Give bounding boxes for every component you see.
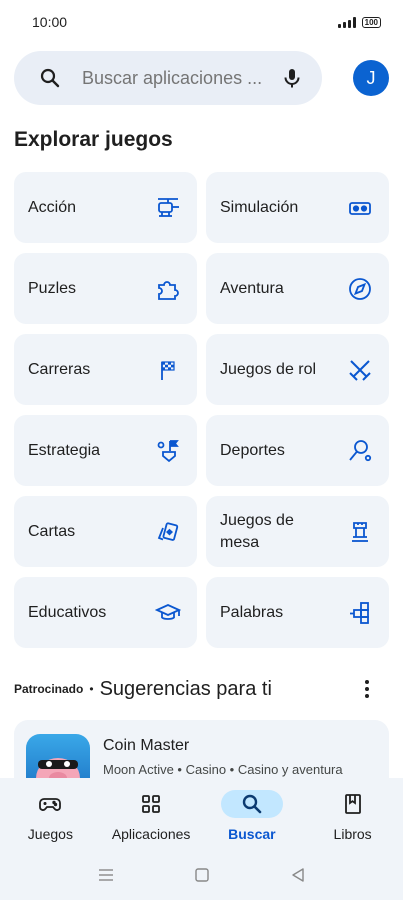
apps-grid-icon [142, 795, 161, 813]
avatar[interactable]: J [353, 60, 389, 96]
category-label: Simulación [220, 198, 299, 216]
nav-label: Juegos [27, 826, 73, 842]
category-tile-juegos-de-mesa[interactable]: Juegos de mesa [206, 496, 389, 567]
puzzle-icon [158, 280, 179, 300]
category-label: Aventura [220, 279, 284, 297]
home-icon[interactable] [193, 867, 211, 883]
sponsored-tag: Patrocinado [14, 682, 84, 696]
app-meta: Moon Active • Casino • Casino y aventura [103, 762, 343, 777]
category-label: Palabras [220, 603, 284, 621]
category-tile-puzles[interactable]: Puzles [14, 253, 197, 324]
status-icons: 100 [337, 16, 381, 28]
category-label: Deportes [220, 441, 285, 459]
compass-icon [349, 277, 371, 300]
category-tile-educativos[interactable]: Educativos [14, 577, 197, 648]
checkered-flag-icon [161, 360, 175, 380]
category-label: Juegos de rol [220, 360, 317, 378]
helicopter-icon [158, 197, 179, 217]
category-tile-carreras[interactable]: Carreras [14, 334, 197, 405]
category-label: Juegos de mesa [220, 511, 294, 551]
nav-item-juegos[interactable]: Juegos [0, 790, 101, 842]
bookmark-book-icon [344, 794, 361, 814]
category-grid: Acción Simulación Puzles Aventura Carrer… [14, 172, 389, 648]
system-navigation-bar [0, 862, 403, 888]
signal-icon [337, 16, 356, 28]
menu-icon[interactable] [97, 867, 115, 883]
status-bar: 10:00 100 [0, 0, 403, 44]
category-label: Carreras [28, 360, 91, 378]
nav-label: Aplicaciones [111, 826, 191, 842]
status-time: 10:00 [32, 14, 68, 30]
nav-label: Libros [333, 826, 372, 842]
category-label: Puzles [28, 279, 77, 297]
category-tile-juegos-de-rol[interactable]: Juegos de rol [206, 334, 389, 405]
strategy-flag-icon [157, 439, 179, 462]
category-label: Cartas [28, 522, 76, 540]
category-tile-palabras[interactable]: Palabras [206, 577, 389, 648]
search-icon [242, 794, 262, 814]
separator-dot: • [89, 682, 94, 696]
nav-item-libros[interactable]: Libros [302, 790, 403, 842]
microphone-icon[interactable] [280, 66, 304, 90]
gamepad-icon [39, 798, 62, 811]
category-label: Estrategia [28, 441, 101, 459]
word-blocks-icon [350, 601, 369, 624]
racket-icon [349, 439, 372, 461]
nav-label: Buscar [228, 826, 276, 842]
search-bar[interactable] [14, 51, 322, 105]
chess-rook-icon [352, 521, 368, 542]
category-tile-aventura[interactable]: Aventura [206, 253, 389, 324]
battery-icon: 100 [361, 16, 381, 28]
app-name: Coin Master [103, 737, 190, 754]
category-tile-deportes[interactable]: Deportes [206, 415, 389, 486]
suggestions-title: Sugerencias para ti [99, 677, 272, 700]
search-row: J [14, 51, 389, 105]
nav-item-aplicaciones[interactable]: Aplicaciones [101, 790, 202, 842]
vr-headset-icon [349, 201, 371, 215]
crossed-swords-icon [349, 359, 371, 381]
category-label: Educativos [28, 603, 107, 621]
category-label: Acción [28, 198, 77, 216]
sponsored-header: Patrocinado • Sugerencias para ti [14, 675, 389, 703]
more-options-icon[interactable] [355, 677, 379, 701]
graduation-cap-icon [155, 603, 181, 620]
category-tile-cartas[interactable]: Cartas [14, 496, 197, 567]
category-tile-simulacion[interactable]: Simulación [206, 172, 389, 243]
cards-icon [157, 521, 179, 541]
category-tile-estrategia[interactable]: Estrategia [14, 415, 197, 486]
category-tile-accion[interactable]: Acción [14, 172, 197, 243]
search-input[interactable] [82, 67, 280, 89]
section-title: Explorar juegos [14, 128, 173, 151]
bottom-navigation: Juegos Aplicaciones Buscar Libros [0, 778, 403, 900]
nav-item-buscar[interactable]: Buscar [202, 790, 303, 842]
back-icon[interactable] [289, 867, 307, 883]
search-icon [40, 68, 60, 88]
